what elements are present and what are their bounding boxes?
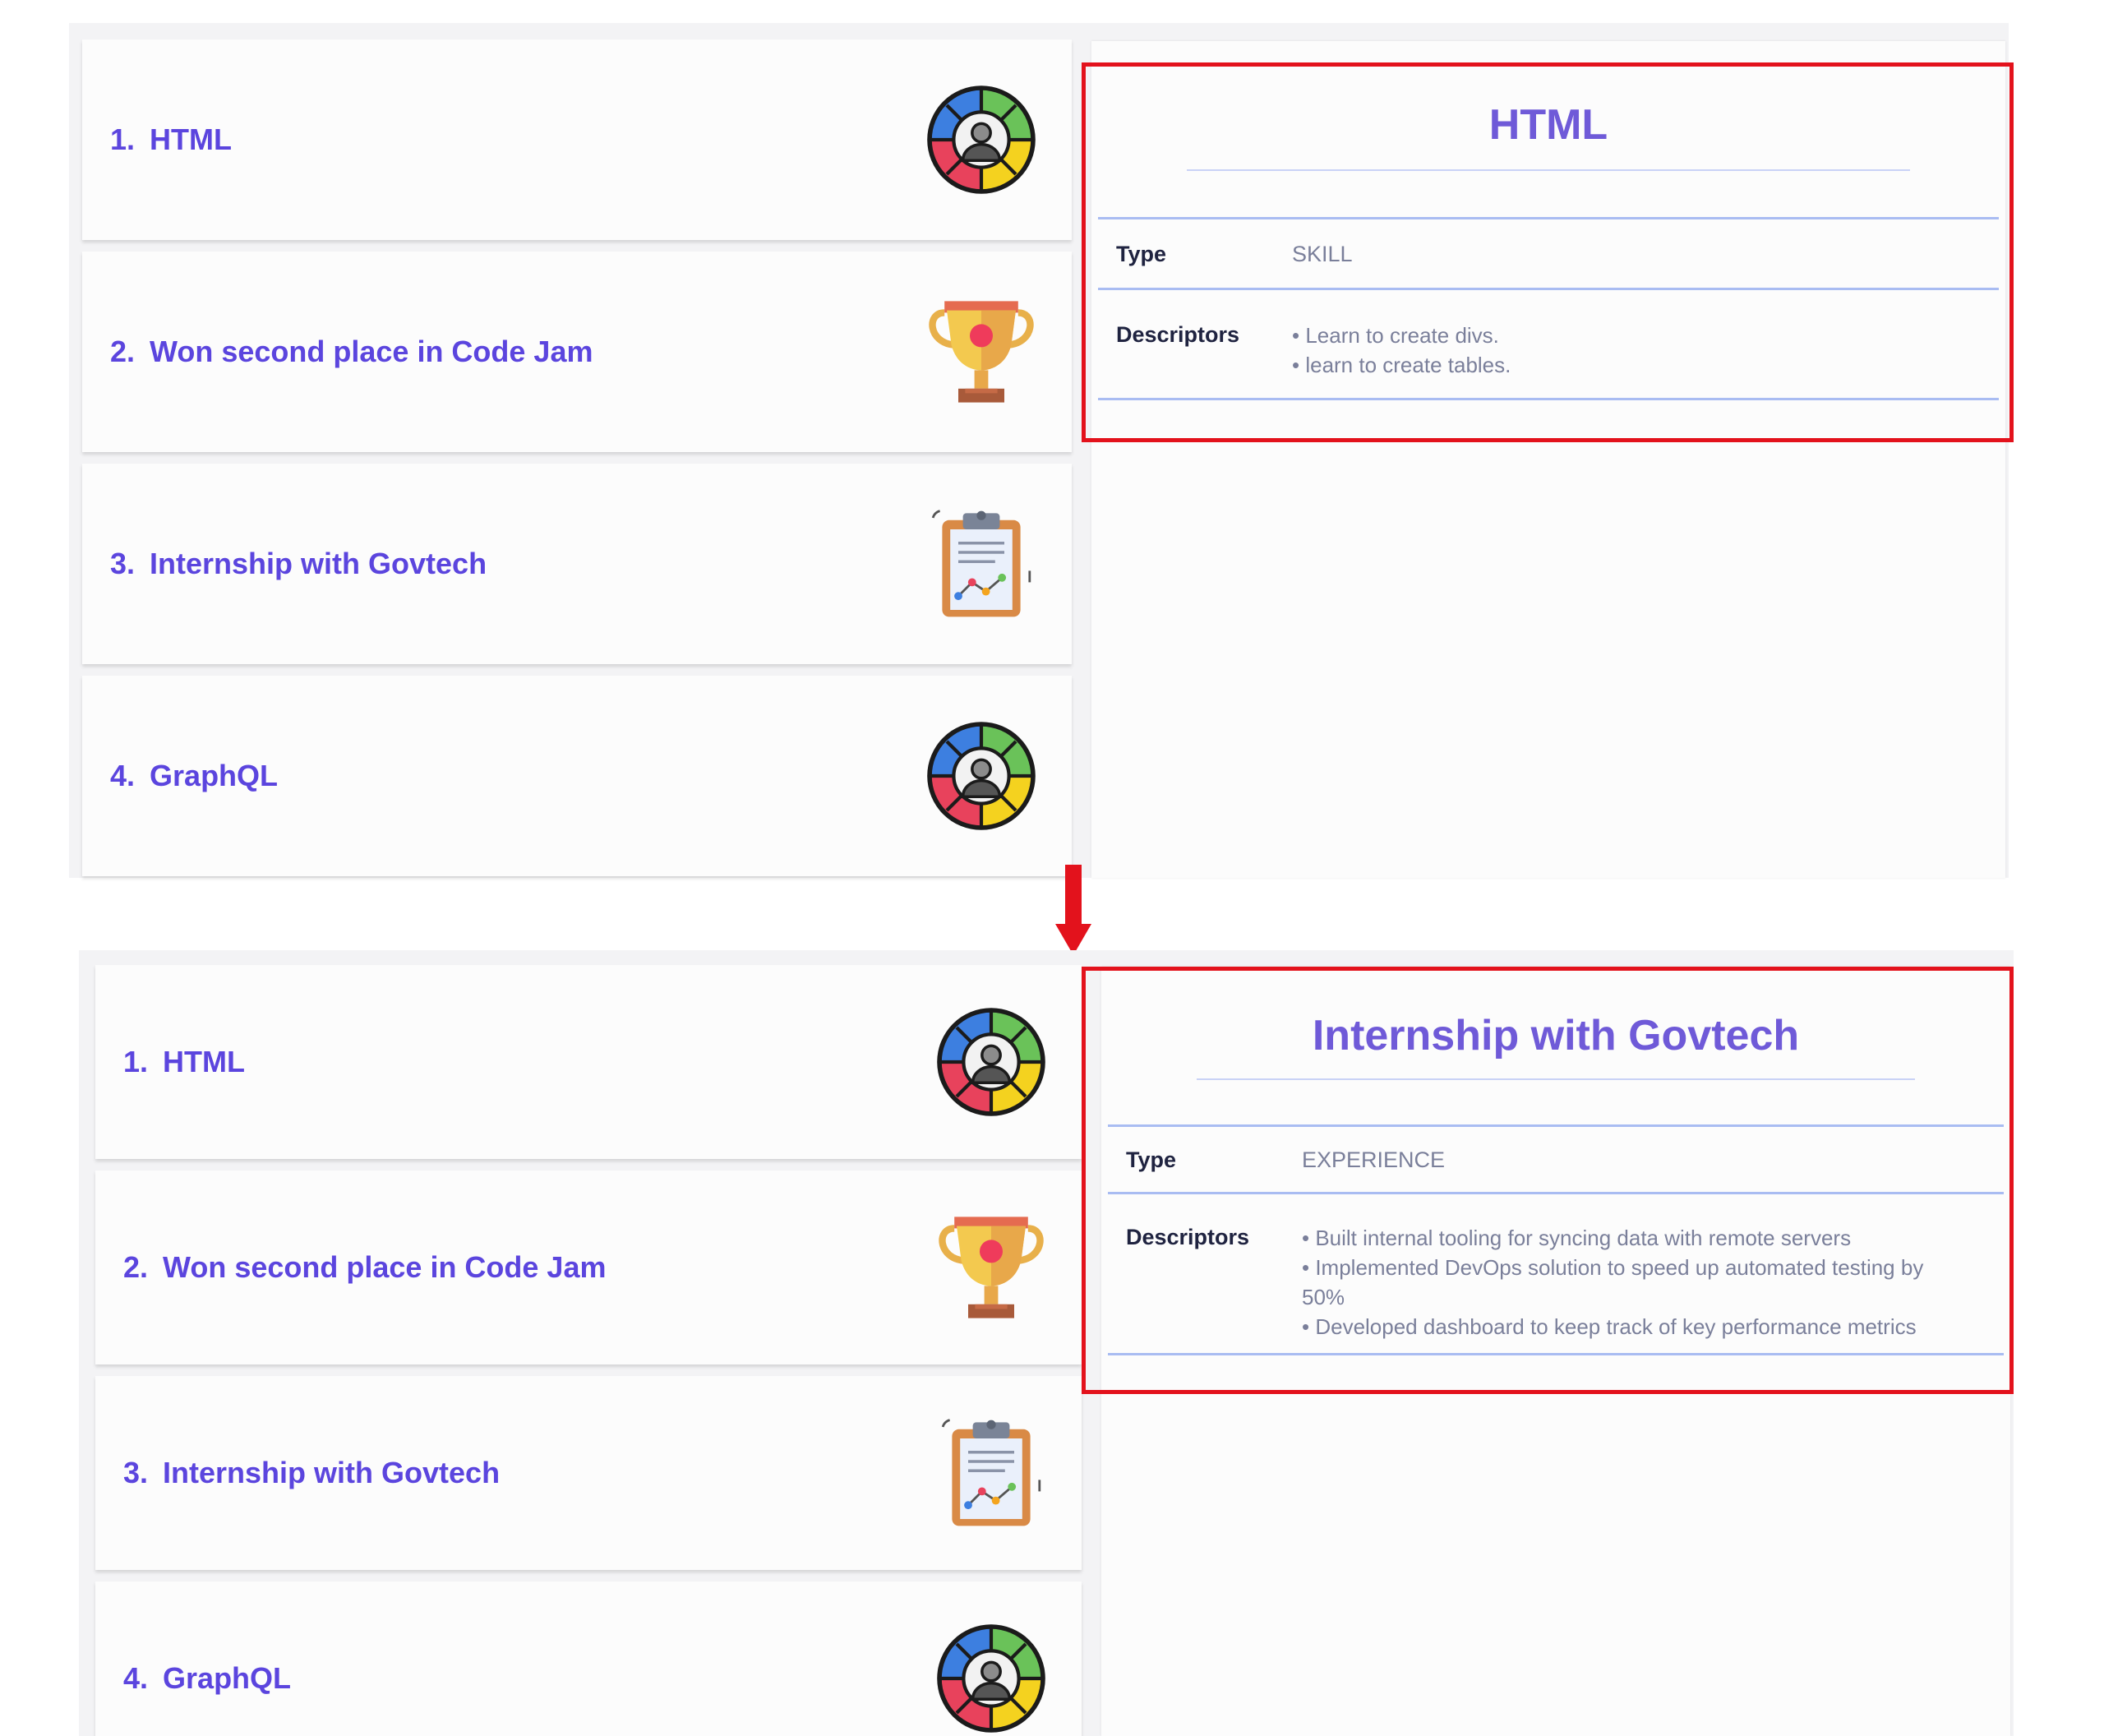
trophy-icon	[934, 1210, 1049, 1325]
item-number: 2.	[123, 1250, 149, 1284]
item-number: 3.	[110, 547, 136, 580]
skill-wheel-icon	[934, 1004, 1049, 1120]
highlight-box	[1082, 62, 2014, 442]
list-item[interactable]: 3. Internship with Govtech	[82, 464, 1072, 664]
list-item[interactable]: 2. Won second place in Code Jam	[95, 1170, 1082, 1364]
item-number: 4.	[110, 759, 136, 792]
item-title: GraphQL	[163, 1661, 292, 1695]
list-item[interactable]: 3. Internship with Govtech	[95, 1376, 1082, 1570]
item-title: HTML	[163, 1045, 245, 1078]
item-number: 1.	[110, 122, 136, 156]
item-title: GraphQL	[150, 759, 279, 792]
item-title: Won second place in Code Jam	[150, 335, 593, 368]
highlight-box	[1082, 967, 2014, 1394]
clipboard-chart-icon	[934, 1415, 1049, 1531]
list-item[interactable]: 2. Won second place in Code Jam	[82, 252, 1072, 452]
item-title: Won second place in Code Jam	[163, 1250, 607, 1284]
screenshot-before: 1. HTML 2. Won second place in Code Jam 3.…	[0, 0, 2104, 888]
item-number: 1.	[123, 1045, 149, 1078]
list-item[interactable]: 1. HTML	[82, 39, 1072, 240]
screenshot-after: 1. HTML 2. Won second place in Code Jam 3.…	[0, 888, 2104, 1736]
item-title: Internship with Govtech	[163, 1456, 501, 1489]
skill-wheel-icon	[934, 1621, 1049, 1736]
skill-wheel-icon	[924, 82, 1039, 197]
item-number: 3.	[123, 1456, 149, 1489]
item-number: 4.	[123, 1661, 149, 1695]
list-item[interactable]: 4. GraphQL	[95, 1581, 1082, 1736]
item-title: Internship with Govtech	[150, 547, 487, 580]
list-item[interactable]: 4. GraphQL	[82, 676, 1072, 876]
list-item[interactable]: 1. HTML	[95, 965, 1082, 1159]
skill-wheel-icon	[924, 718, 1039, 833]
item-number: 2.	[110, 335, 136, 368]
item-title: HTML	[150, 122, 232, 156]
trophy-icon	[924, 294, 1039, 409]
clipboard-chart-icon	[924, 506, 1039, 621]
